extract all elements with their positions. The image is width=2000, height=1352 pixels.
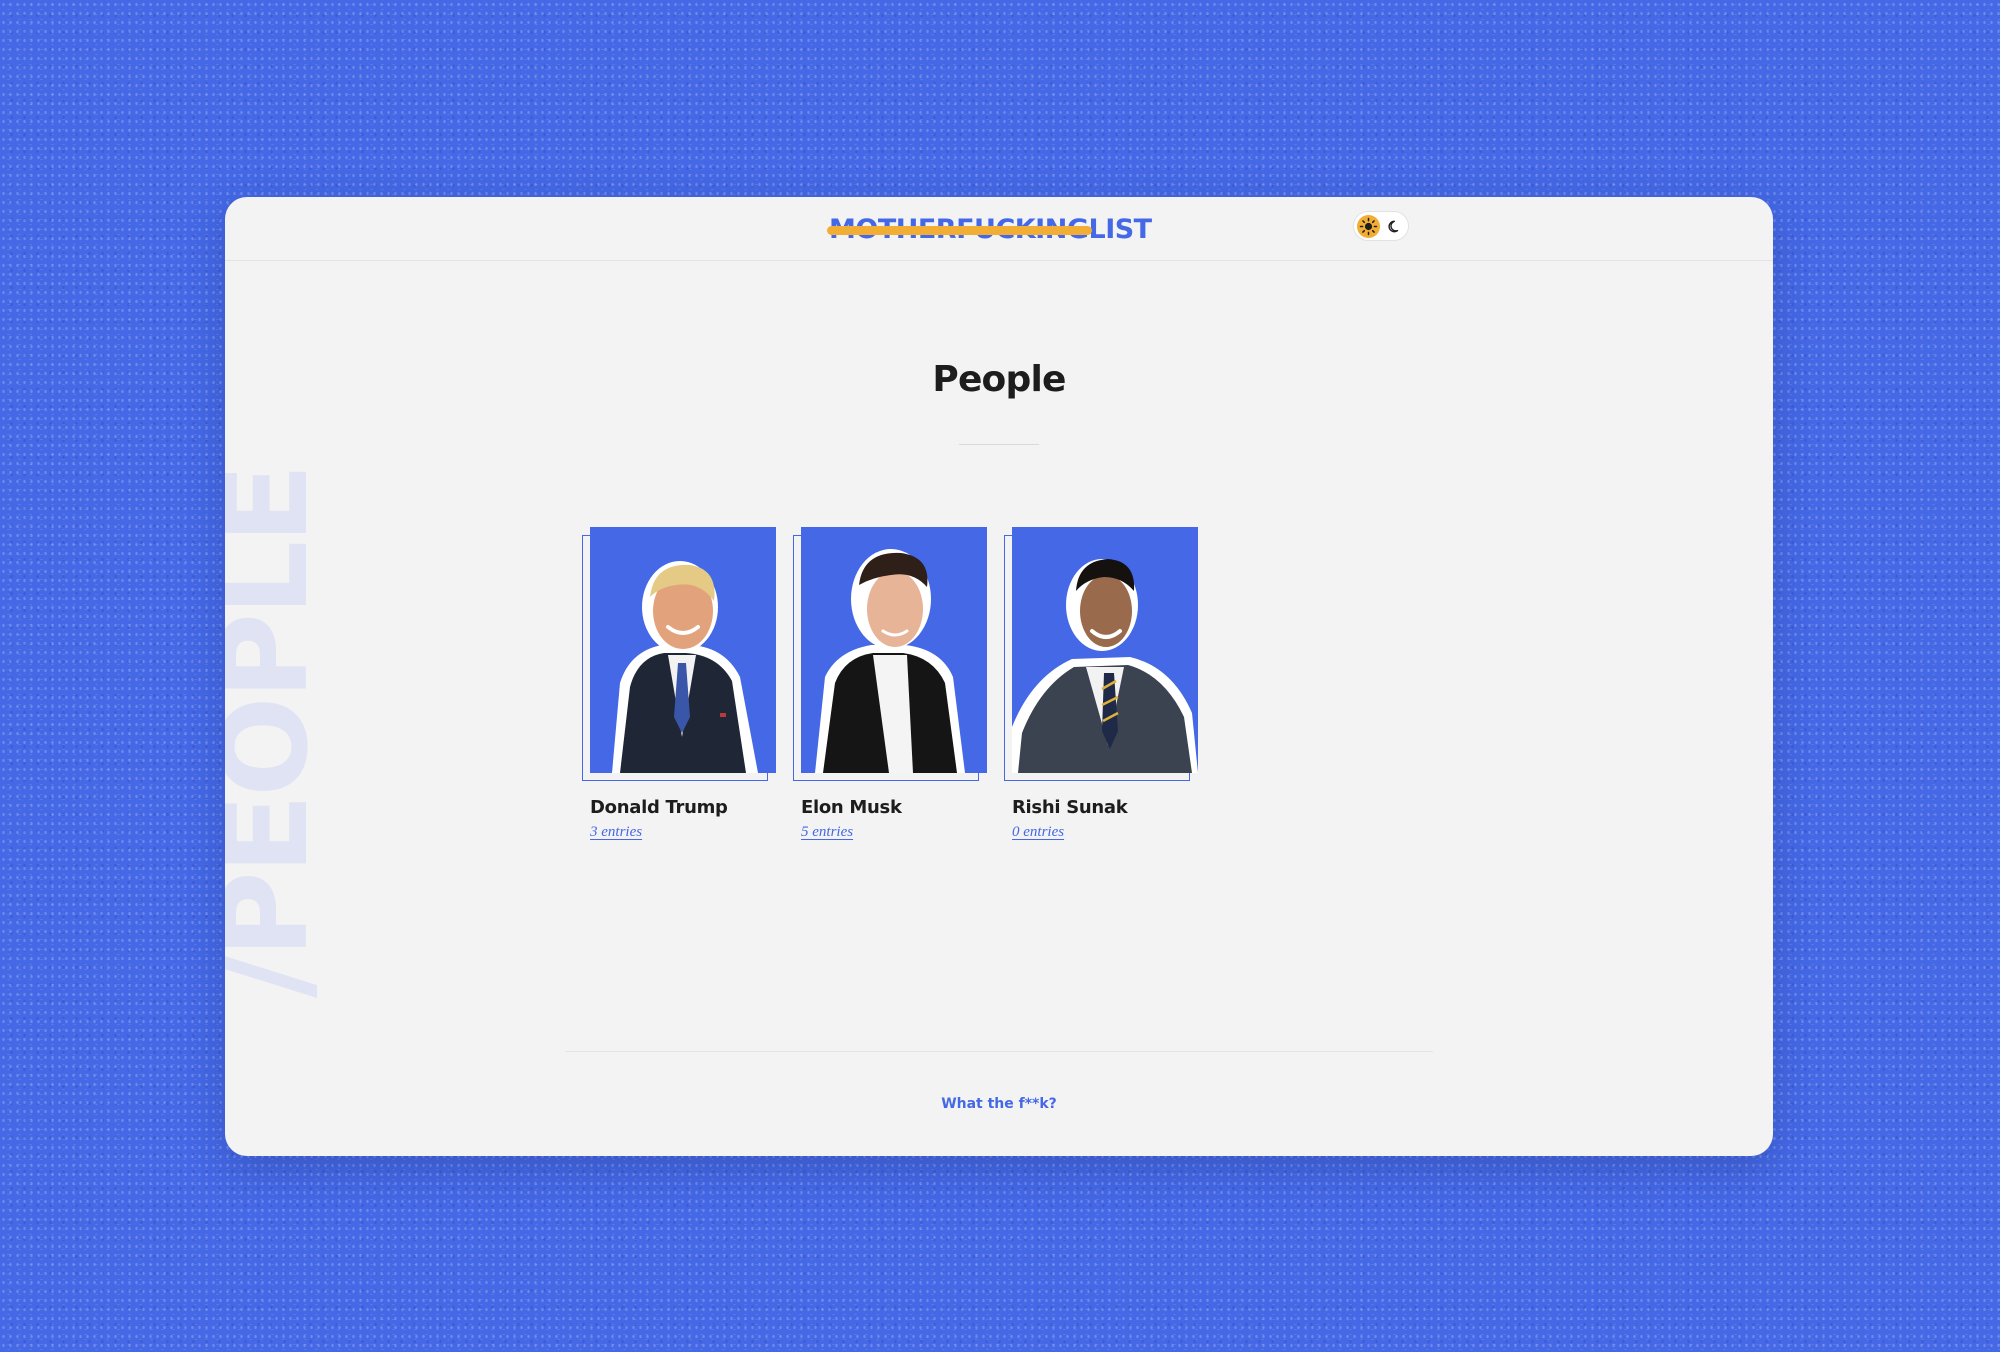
moon-icon[interactable] [1386,218,1403,235]
background-section-word: /PEOPLE [225,466,334,998]
logo-struck-text: MOTHERFUCKING [826,213,1093,245]
title-divider [959,444,1039,445]
logo-list-text: LIST [1088,213,1152,245]
site-logo[interactable]: MOTHERFUCKING LIST [826,211,1152,247]
person-name[interactable]: Elon Musk [801,797,902,818]
footer-about-link[interactable]: What the f**k? [225,1096,1773,1112]
person-name[interactable]: Donald Trump [590,797,728,818]
background-word-text: /PEOPLE [225,466,334,998]
person-photo[interactable] [801,527,987,773]
person-entries-link[interactable]: 5 entries [801,824,853,841]
person-entries-link[interactable]: 0 entries [1012,824,1064,841]
person-photo[interactable] [1012,527,1198,773]
person-entries-link[interactable]: 3 entries [590,824,642,841]
page-title: People [932,359,1066,400]
site-header: MOTHERFUCKING LIST [225,197,1773,261]
person-name[interactable]: Rishi Sunak [1012,797,1128,818]
sun-icon[interactable] [1357,215,1380,238]
person-photo[interactable] [590,527,776,773]
footer-divider [565,1051,1433,1052]
theme-toggle[interactable] [1353,211,1409,241]
app-window: MOTHERFUCKING LIST /PEOPLE People Donald… [225,197,1773,1156]
